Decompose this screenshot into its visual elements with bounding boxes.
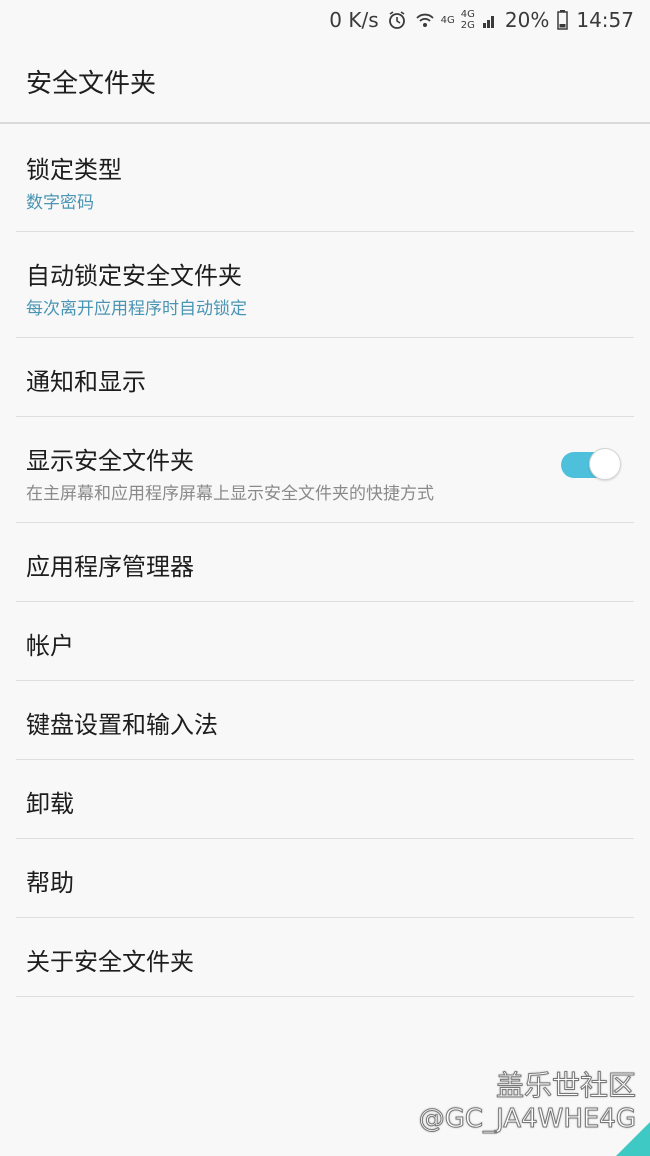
setting-label: 帐户: [26, 632, 74, 660]
setting-accounts[interactable]: 帐户: [16, 602, 634, 681]
battery-icon: [557, 10, 569, 30]
setting-label: 应用程序管理器: [26, 553, 194, 581]
setting-value: 每次离开应用程序时自动锁定: [26, 299, 247, 319]
status-bar: 0 K/s 4G 4G 2G 20% 14:57: [0, 0, 650, 40]
app-bar: 安全文件夹: [0, 40, 650, 124]
setting-label: 键盘设置和输入法: [26, 711, 218, 739]
setting-uninstall[interactable]: 卸载: [16, 760, 634, 839]
setting-lock-type[interactable]: 锁定类型 数字密码: [16, 126, 634, 232]
setting-label: 关于安全文件夹: [26, 948, 194, 976]
toggle-knob: [589, 448, 621, 480]
signal-icon: [482, 12, 497, 28]
setting-label: 锁定类型: [26, 156, 122, 184]
network-type-2: 4G 2G: [461, 9, 475, 31]
setting-show-secure-folder[interactable]: 显示安全文件夹 在主屏幕和应用程序屏幕上显示安全文件夹的快捷方式: [16, 417, 634, 523]
watermark-community: 盖乐世社区: [495, 1069, 636, 1103]
setting-about[interactable]: 关于安全文件夹: [16, 918, 634, 997]
network-4g-label: 4G: [440, 14, 455, 26]
network-type-1: 4G: [441, 15, 455, 26]
show-secure-folder-toggle[interactable]: [561, 448, 621, 482]
setting-label: 自动锁定安全文件夹: [26, 262, 242, 290]
setting-label: 卸载: [26, 790, 74, 818]
wifi-icon: [415, 11, 435, 29]
setting-description: 在主屏幕和应用程序屏幕上显示安全文件夹的快捷方式: [26, 484, 434, 504]
network-2g-label: 2G: [460, 20, 475, 31]
network-speed: 0 K/s: [329, 8, 379, 32]
clock: 14:57: [576, 8, 634, 32]
alarm-icon: [387, 10, 407, 30]
battery-percent: 20%: [504, 8, 550, 32]
setting-notifications-display[interactable]: 通知和显示: [16, 338, 634, 417]
setting-keyboard-input[interactable]: 键盘设置和输入法: [16, 681, 634, 760]
corner-badge-icon: [616, 1122, 650, 1156]
setting-app-manager[interactable]: 应用程序管理器: [16, 523, 634, 602]
setting-label: 帮助: [26, 869, 74, 897]
settings-list: 锁定类型 数字密码 自动锁定安全文件夹 每次离开应用程序时自动锁定 通知和显示 …: [16, 126, 634, 997]
setting-label: 显示安全文件夹: [26, 447, 194, 475]
network-4g-label-2: 4G: [460, 9, 475, 20]
setting-value: 数字密码: [26, 193, 94, 213]
setting-help[interactable]: 帮助: [16, 839, 634, 918]
setting-label: 通知和显示: [26, 368, 146, 396]
page-title: 安全文件夹: [26, 69, 157, 99]
watermark-handle: @GC_JA4WHE4G: [418, 1104, 636, 1135]
setting-auto-lock[interactable]: 自动锁定安全文件夹 每次离开应用程序时自动锁定: [16, 232, 634, 338]
